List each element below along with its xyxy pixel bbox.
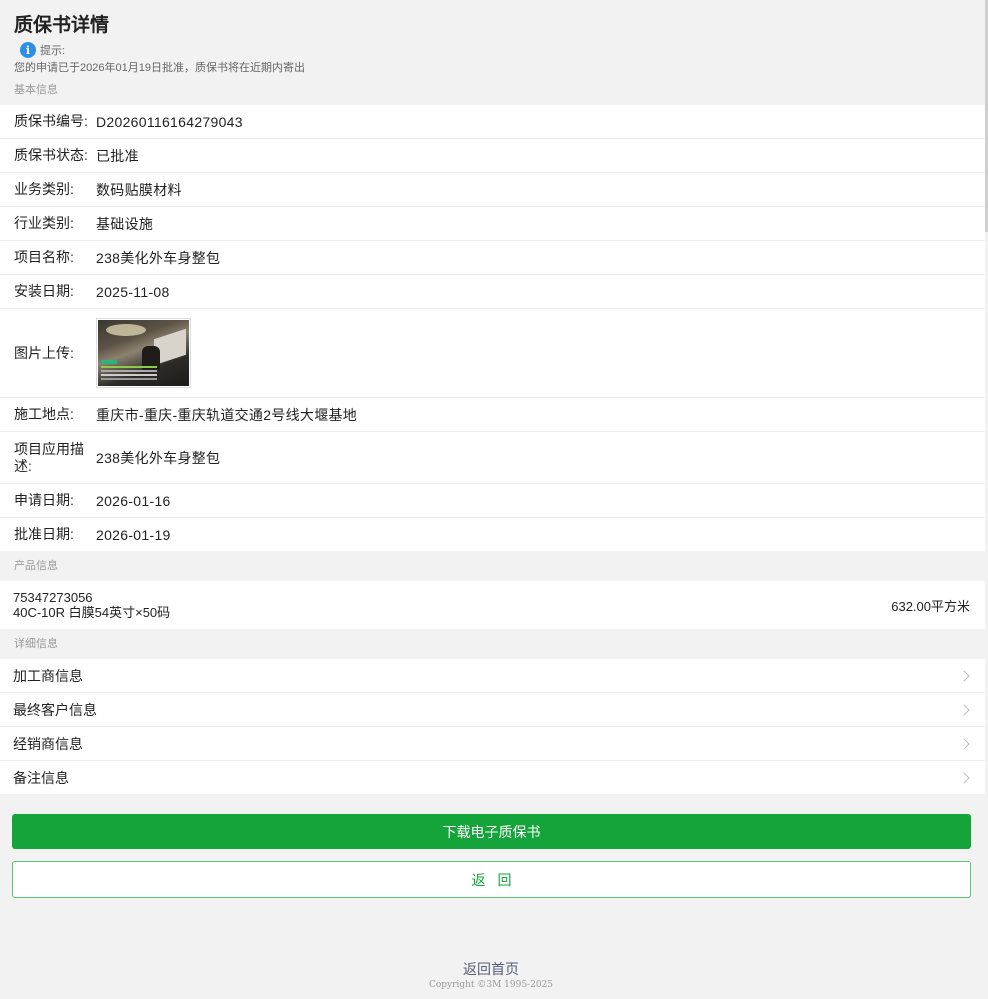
info-label: 质保书编号: — [14, 113, 88, 129]
section-title-product: 产品信息 — [14, 560, 58, 572]
info-label: 图片上传: — [14, 344, 74, 361]
product-info: 75347273056 40C-10R 白膜54英寸×50码 — [13, 590, 170, 620]
info-label: 项目名称: — [14, 249, 74, 265]
info-row-warranty-number: 质保书编号: D20260116164279043 — [0, 105, 986, 139]
detail-item-label: 加工商信息 — [13, 667, 83, 684]
section-title-basic: 基本信息 — [14, 84, 58, 96]
chevron-right-icon — [958, 703, 970, 716]
tip-text: 您的申请已于2026年01月19日批准，质保书将在近期内寄出 — [14, 62, 305, 74]
info-icon: i — [20, 42, 36, 58]
info-label: 申请日期: — [14, 492, 74, 508]
info-row-warranty-status: 质保书状态: 已批准 — [0, 139, 986, 173]
photo-image — [98, 320, 189, 386]
info-value: 2026-01-16 — [96, 492, 171, 509]
info-label: 施工地点: — [14, 406, 74, 422]
tip-label: 提示: — [40, 45, 66, 57]
chevron-right-icon — [958, 737, 970, 750]
uploaded-image-thumbnail[interactable] — [96, 318, 191, 388]
info-label: 安装日期: — [14, 283, 74, 299]
info-row-industry-category: 行业类别: 基础设施 — [0, 207, 986, 241]
info-value: 已批准 — [96, 147, 139, 164]
details-panel: 加工商信息 最终客户信息 经销商信息 备注信息 — [0, 659, 986, 794]
info-row-project-description: 项目应用描述: 238美化外车身整包 — [0, 432, 986, 484]
info-value: 2026-01-19 — [96, 526, 171, 543]
info-label: 质保书状态: — [14, 147, 88, 163]
footer: 返回首页 Copyright ©3M 1995-2025 — [0, 960, 982, 990]
product-quantity: 632.00平方米 — [891, 598, 970, 614]
info-row-approve-date: 批准日期: 2026-01-19 — [0, 518, 986, 551]
info-row-business-category: 业务类别: 数码贴膜材料 — [0, 173, 986, 207]
info-label: 行业类别: — [14, 215, 74, 231]
product-name: 40C-10R 白膜54英寸×50码 — [13, 605, 171, 620]
info-value: 基础设施 — [96, 215, 154, 232]
page-title: 质保书详情 — [14, 15, 110, 36]
home-link[interactable]: 返回首页 — [0, 960, 982, 978]
chevron-right-icon — [958, 669, 970, 682]
copyright: Copyright ©3M 1995-2025 — [428, 980, 554, 990]
detail-item-label: 备注信息 — [13, 769, 69, 786]
info-label: 批准日期: — [14, 526, 74, 542]
info-row-image-upload: 图片上传: — [0, 309, 986, 398]
page-header: 质保书详情 i 提示: 您的申请已于2026年01月19日批准，质保书将在近期内… — [0, 0, 988, 75]
info-row-construction-site: 施工地点: 重庆市-重庆-重庆轨道交通2号线大堰基地 — [0, 398, 986, 432]
info-value: 238美化外车身整包 — [96, 249, 221, 266]
back-button[interactable]: 返回 — [12, 861, 971, 898]
product-code: 75347273056 — [13, 590, 93, 605]
info-value: 重庆市-重庆-重庆轨道交通2号线大堰基地 — [96, 406, 358, 423]
detail-item-end-customer[interactable]: 最终客户信息 — [0, 693, 986, 727]
detail-item-label: 经销商信息 — [13, 735, 83, 752]
info-row-install-date: 安装日期: 2025-11-08 — [0, 275, 986, 309]
info-value: 2025-11-08 — [96, 283, 170, 300]
info-value: 238美化外车身整包 — [96, 449, 221, 466]
download-warranty-button[interactable]: 下载电子质保书 — [12, 814, 971, 849]
chevron-right-icon — [958, 771, 970, 784]
section-title-details: 详细信息 — [14, 638, 58, 650]
info-value: 数码贴膜材料 — [96, 181, 182, 198]
info-row-apply-date: 申请日期: 2026-01-16 — [0, 484, 986, 518]
tip-row: i 提示: — [14, 42, 972, 58]
info-value: D20260116164279043 — [96, 113, 243, 130]
info-label: 业务类别: — [14, 181, 74, 197]
detail-item-remarks[interactable]: 备注信息 — [0, 761, 986, 794]
detail-item-processor[interactable]: 加工商信息 — [0, 659, 986, 693]
detail-item-label: 最终客户信息 — [13, 701, 97, 718]
product-row: 75347273056 40C-10R 白膜54英寸×50码 632.00平方米 — [0, 581, 986, 629]
detail-item-distributor[interactable]: 经销商信息 — [0, 727, 986, 761]
basic-info-panel: 质保书编号: D20260116164279043 质保书状态: 已批准 业务类… — [0, 105, 986, 551]
action-area: 下载电子质保书 返回 — [0, 794, 988, 898]
info-row-project-name: 项目名称: 238美化外车身整包 — [0, 241, 986, 275]
info-label: 项目应用描述: — [14, 440, 84, 474]
